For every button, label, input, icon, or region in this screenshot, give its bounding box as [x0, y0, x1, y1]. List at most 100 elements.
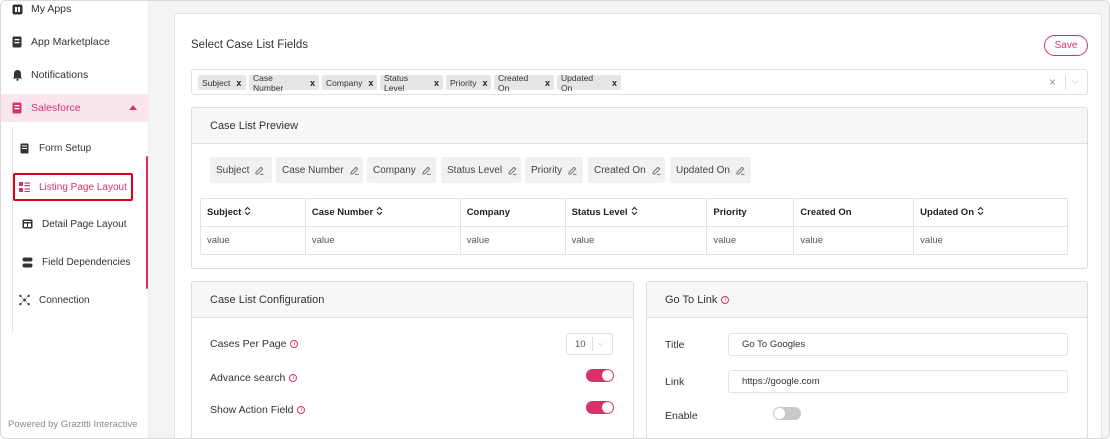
sidebar-item-label: App Marketplace — [31, 36, 110, 48]
sort-icon[interactable] — [631, 206, 638, 219]
caret-up-icon[interactable] — [129, 105, 137, 110]
column-header: Company — [459, 198, 566, 227]
table-header-row: Subject Case Number Company Status Level… — [200, 198, 1068, 227]
preview-field-chip[interactable]: Created On — [588, 157, 665, 183]
toggle-knob — [602, 402, 613, 413]
field-tag: Created On x — [494, 73, 554, 93]
clear-all-icon[interactable]: × — [1049, 75, 1056, 89]
preview-field-chip[interactable]: Status Level — [441, 157, 521, 183]
info-icon[interactable]: i — [721, 295, 730, 304]
advance-search-toggle[interactable] — [586, 369, 614, 382]
sidebar-item-label: Detail Page Layout — [42, 218, 127, 230]
cases-per-page-select[interactable]: 10 ⌵ — [566, 333, 613, 355]
field-tag: Priority x — [446, 75, 491, 90]
edit-pencil-icon[interactable] — [568, 166, 577, 175]
field-tag: Updated On x — [557, 73, 621, 93]
sort-icon[interactable] — [244, 206, 251, 219]
edit-pencil-icon[interactable] — [350, 166, 359, 175]
save-button[interactable]: Save — [1044, 35, 1088, 56]
enable-toggle[interactable] — [773, 407, 801, 420]
info-icon[interactable]: i — [289, 374, 298, 382]
panel-title-row: Go To Link i — [647, 282, 1087, 318]
enable-label: Enable — [665, 410, 698, 422]
bell-icon — [11, 69, 23, 81]
preview-field-chip[interactable]: Updated On — [670, 157, 751, 183]
title-input[interactable]: Go To Googles — [728, 333, 1068, 356]
show-action-field-row: Show Action Field i — [210, 404, 306, 416]
powered-by-footer: Powered by Grazitti Interactive — [8, 419, 138, 430]
cases-per-page-row: Cases Per Page i — [210, 338, 299, 350]
go-to-link-panel: Go To Link i Title Go To Googles Link ht… — [646, 281, 1088, 438]
edit-pencil-icon[interactable] — [422, 166, 431, 175]
page-title: Select Case List Fields — [191, 39, 308, 51]
preview-field-chip[interactable]: Company — [367, 157, 436, 183]
show-action-field-toggle[interactable] — [586, 401, 614, 414]
column-header[interactable]: Case Number — [304, 198, 461, 227]
advance-search-label: Advance search — [210, 372, 286, 384]
sidebar-item-app-marketplace[interactable]: App Marketplace — [1, 28, 149, 56]
sidebar-item-detail-page-layout[interactable]: Detail Page Layout — [18, 210, 148, 238]
cases-per-page-label: Cases Per Page — [210, 338, 287, 350]
sidebar-item-field-dependencies[interactable]: Field Dependencies — [18, 248, 148, 276]
table-cell: value — [459, 226, 566, 255]
dependencies-icon — [22, 257, 33, 268]
chevron-down-icon: ⌵ — [597, 339, 604, 348]
case-list-configuration-panel: Case List Configuration Cases Per Page i… — [191, 281, 634, 438]
remove-tag-icon[interactable]: x — [368, 78, 373, 88]
link-input[interactable]: https://google.com — [728, 370, 1068, 393]
toggle-knob — [774, 408, 785, 419]
column-header[interactable]: Subject — [200, 198, 306, 227]
table-cell: value — [200, 226, 306, 255]
detail-layout-icon — [22, 219, 33, 230]
table-row: value value value value value value valu… — [200, 226, 1068, 255]
field-tag: Case Number x — [249, 73, 319, 93]
edit-pencil-icon[interactable] — [736, 166, 745, 175]
sort-icon[interactable] — [977, 206, 984, 219]
divider — [591, 337, 593, 351]
table-cell: value — [564, 226, 708, 255]
salesforce-icon — [11, 102, 23, 114]
remove-tag-icon[interactable]: x — [482, 78, 487, 88]
title-label: Title — [665, 339, 685, 351]
sidebar-item-salesforce[interactable]: Salesforce — [1, 94, 149, 122]
column-header[interactable]: Status Level — [564, 198, 708, 227]
panel-title: Case List Configuration — [192, 282, 633, 318]
field-tag: Company x — [322, 75, 377, 90]
sidebar-item-connection[interactable]: Connection — [15, 286, 145, 314]
sidebar-item-form-setup[interactable]: Form Setup — [15, 134, 145, 162]
remove-tag-icon[interactable]: x — [310, 78, 315, 88]
remove-tag-icon[interactable]: x — [612, 78, 617, 88]
remove-tag-icon[interactable]: x — [434, 78, 439, 88]
column-header[interactable]: Updated On — [913, 198, 1068, 227]
form-icon — [19, 143, 30, 154]
preview-table: Subject Case Number Company Status Level… — [200, 198, 1068, 255]
field-multiselect[interactable]: Subject x Case Number x Company x Status Le… — [191, 69, 1088, 95]
sidebar-item-listing-page-layout[interactable]: Listing Page Layout — [13, 173, 133, 201]
remove-tag-icon[interactable]: x — [545, 78, 550, 88]
link-label: Link — [665, 376, 685, 388]
edit-pencil-icon[interactable] — [255, 166, 264, 175]
edit-pencil-icon[interactable] — [508, 166, 517, 175]
preview-field-chip[interactable]: Case Number — [276, 157, 363, 183]
marketplace-icon — [11, 36, 23, 48]
list-layout-icon — [19, 182, 30, 193]
sidebar-item-notifications[interactable]: Notifications — [1, 61, 149, 89]
field-tag: Status Level x — [380, 73, 443, 93]
sidebar-item-label: Connection — [39, 294, 90, 306]
info-icon[interactable]: i — [290, 340, 299, 348]
sidebar-item-label: Form Setup — [39, 142, 92, 154]
remove-tag-icon[interactable]: x — [236, 78, 241, 88]
panel-title: Case List Preview — [192, 108, 1087, 144]
subnav-line — [12, 127, 13, 332]
sort-icon[interactable] — [376, 206, 383, 219]
preview-field-chip[interactable]: Priority — [525, 157, 583, 183]
show-action-field-label: Show Action Field — [210, 404, 294, 416]
sidebar-item-my-apps[interactable]: My Apps — [1, 1, 149, 23]
preview-field-chip[interactable]: Subject — [210, 157, 272, 183]
main-panel: Select Case List Fields Save Subject x Ca… — [174, 13, 1102, 438]
edit-pencil-icon[interactable] — [652, 166, 661, 175]
info-icon[interactable]: i — [297, 406, 306, 414]
chevron-down-icon[interactable]: ⌵ — [1072, 76, 1079, 87]
table-cell: value — [304, 226, 461, 255]
sidebar-item-label: Listing Page Layout — [39, 181, 127, 193]
